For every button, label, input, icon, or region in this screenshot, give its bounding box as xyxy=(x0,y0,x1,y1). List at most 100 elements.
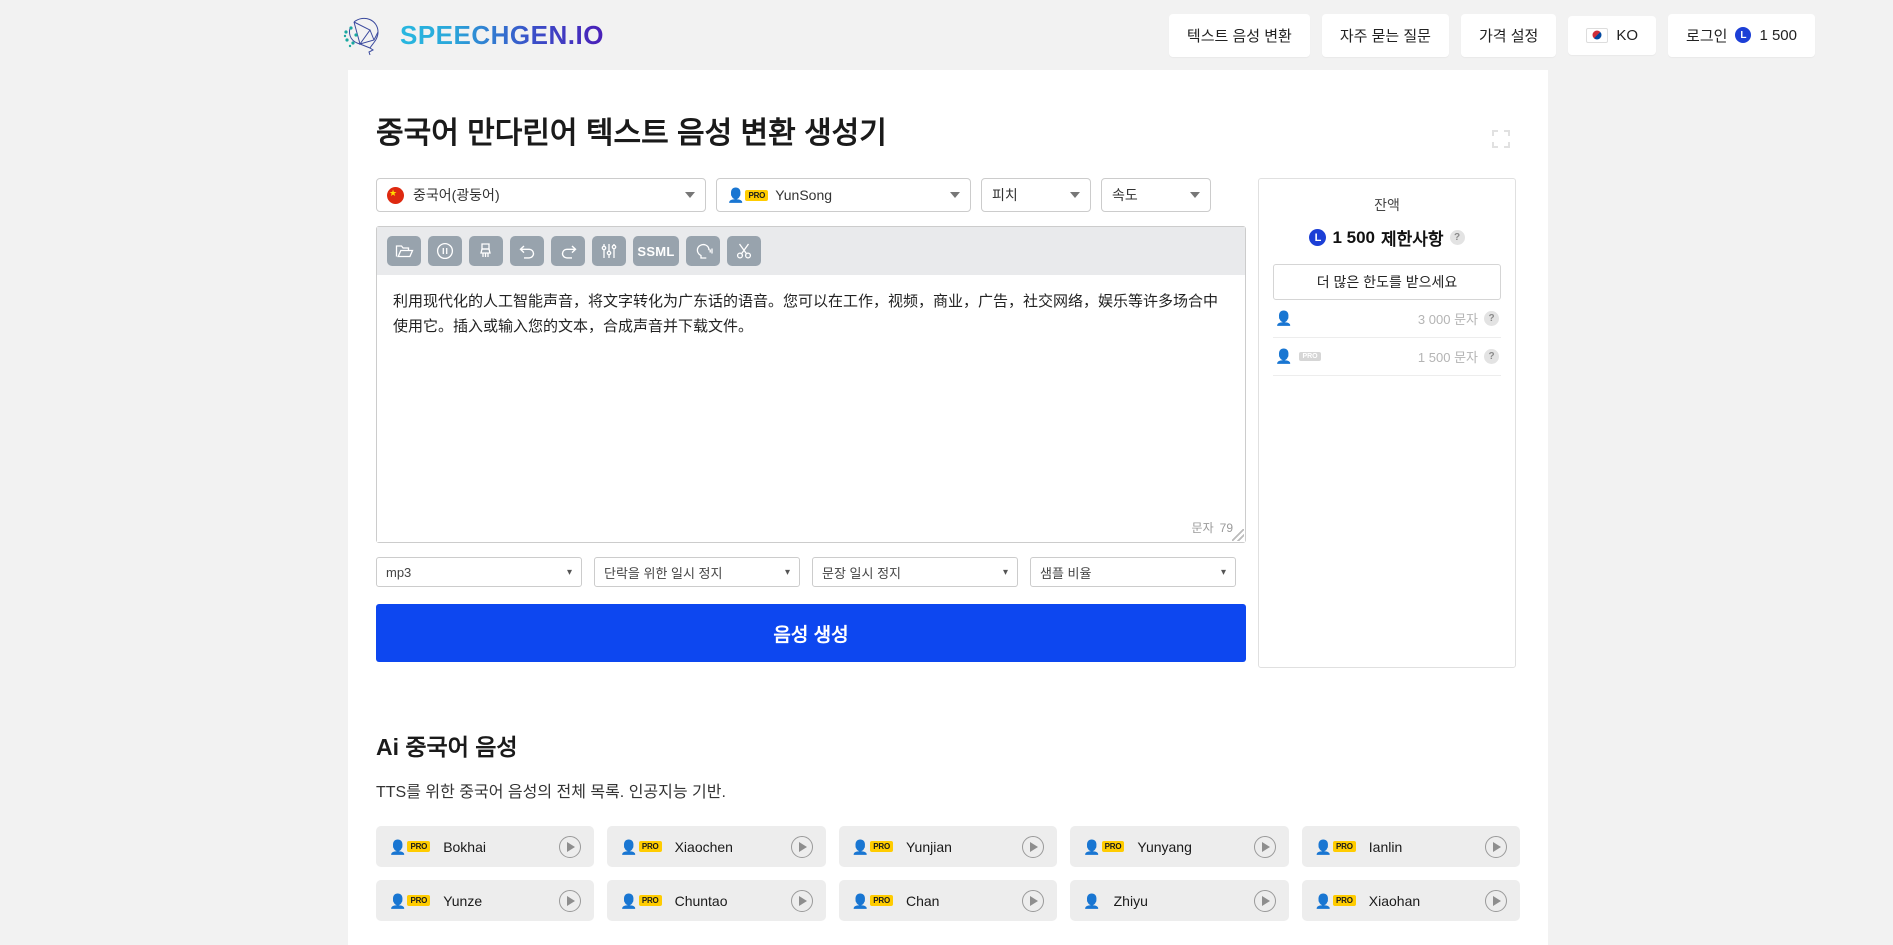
counter-label: 문자 xyxy=(1191,521,1214,535)
equalizer-sliders-icon[interactable] xyxy=(592,236,626,266)
fullscreen-expand-icon[interactable] xyxy=(1492,130,1510,148)
play-icon[interactable] xyxy=(559,835,582,858)
voice-card[interactable]: 👤 PRO Yunjian xyxy=(838,826,1058,867)
voice-select-value: YunSong xyxy=(775,187,833,203)
pro-badge: PRO xyxy=(638,895,662,906)
voice-name: Xiaochen xyxy=(674,838,733,855)
female-avatar-icon: 👤 PRO xyxy=(1315,840,1356,854)
paragraph-pause-select[interactable]: 단락을 위한 일시 정지 ▾ xyxy=(594,557,800,587)
limit-row-pro: 👤 PRO 1 500 문자 ? xyxy=(1273,338,1501,376)
logo[interactable]: SPEECHGEN.IO xyxy=(340,10,604,60)
login-credits: 1 500 xyxy=(1759,26,1797,44)
voice-select[interactable]: 👤 PRO YunSong xyxy=(716,178,971,212)
login-button[interactable]: 로그인 L 1 500 xyxy=(1668,13,1815,57)
voice-name: Ianlin xyxy=(1368,838,1403,855)
speed-select[interactable]: 속도 xyxy=(1101,178,1211,212)
paragraph-pause-value: 단락을 위한 일시 정지 xyxy=(604,565,723,581)
chevron-down-icon xyxy=(1070,192,1080,198)
pitch-select-value: 피치 xyxy=(992,187,1018,203)
sample-rate-select[interactable]: 샘플 비율 ▾ xyxy=(1030,557,1236,587)
credit-coin-icon: L xyxy=(1735,27,1752,43)
speechgen-network-head-logo-icon xyxy=(340,10,390,60)
voice-card[interactable]: 👤 PRO Yunyang xyxy=(1070,826,1289,867)
undo-icon[interactable] xyxy=(510,236,544,266)
play-icon[interactable] xyxy=(1484,889,1507,912)
voice-card[interactable]: 👤 PRO Xiaohan xyxy=(1301,880,1520,921)
female-avatar-icon: 👤 PRO xyxy=(1315,894,1356,908)
chevron-down-icon xyxy=(1190,192,1200,198)
page-title: 중국어 만다린어 텍스트 음성 변환 생성기 xyxy=(376,117,887,150)
site-header: SPEECHGEN.IO 텍스트 음성 변환 자주 묻는 질문 가격 설정 KO… xyxy=(0,0,1893,70)
ssml-button[interactable]: SSML xyxy=(633,236,679,266)
scissors-icon[interactable] xyxy=(727,236,761,266)
play-icon[interactable] xyxy=(559,889,582,912)
language-switcher[interactable]: KO xyxy=(1568,15,1657,55)
format-select[interactable]: mp3 ▾ xyxy=(376,557,582,587)
text-input-value: 利用现代化的人工智能声音，将文字转化为广东话的语音。您可以在工作，视频，商业，广… xyxy=(393,292,1219,335)
header-nav: 텍스트 음성 변환 자주 묻는 질문 가격 설정 KO 로그인 L 1 500 xyxy=(1168,13,1853,57)
text-input-area[interactable]: 利用现代化的人工智能声音，将文字转化为广东话的语音。您可以在工作，视频，商业，广… xyxy=(377,275,1245,542)
voice-card[interactable]: 👤 PRO Xiaochen xyxy=(607,826,826,867)
balance-amount-row: L 1 500 제한사항 ? xyxy=(1273,225,1501,250)
voice-card[interactable]: 👤 PRO Ianlin xyxy=(1301,826,1520,867)
voice-card[interactable]: 👤 PRO Chan xyxy=(838,880,1058,921)
sample-rate-value: 샘플 비율 xyxy=(1040,565,1092,581)
voice-card[interactable]: 👤 PRO Bokhai xyxy=(376,826,595,867)
help-icon[interactable]: ? xyxy=(1484,311,1499,326)
sentence-pause-value: 문장 일시 정지 xyxy=(822,565,901,581)
get-more-limits-button[interactable]: 더 많은 한도를 받으세요 xyxy=(1273,264,1501,300)
nav-text-to-speech[interactable]: 텍스트 음성 변환 xyxy=(1168,13,1310,57)
speed-select-value: 속도 xyxy=(1112,187,1138,203)
voice-card[interactable]: 👤 Zhiyu xyxy=(1070,880,1289,921)
voice-name: Xiaohan xyxy=(1368,892,1421,909)
nav-pricing[interactable]: 가격 설정 xyxy=(1460,13,1557,57)
male-avatar-icon: 👤 PRO xyxy=(389,840,431,854)
resize-handle[interactable] xyxy=(1232,529,1244,541)
play-icon[interactable] xyxy=(790,889,813,912)
male-avatar-icon: 👤 PRO xyxy=(1083,840,1125,854)
cn-flag-icon xyxy=(387,186,404,204)
ai-voices-section: Ai 중국어 음성 TTS를 위한 중국어 음성의 전체 목록. 인공지능 기반… xyxy=(376,728,1520,921)
voice-card[interactable]: 👤 PRO Yunze xyxy=(376,880,595,921)
male-avatar-icon: 👤 PRO xyxy=(852,840,893,854)
open-file-icon[interactable] xyxy=(387,236,421,266)
play-icon[interactable] xyxy=(1253,835,1276,858)
pro-badge: PRO xyxy=(1333,841,1356,852)
generate-speech-button[interactable]: 음성 생성 xyxy=(376,604,1246,662)
voice-head-icon[interactable] xyxy=(686,236,720,266)
help-icon[interactable]: ? xyxy=(1484,349,1499,364)
language-select-value: 중국어(광둥어) xyxy=(413,187,500,203)
play-icon[interactable] xyxy=(1022,835,1045,858)
play-icon[interactable] xyxy=(1484,835,1507,858)
pro-badge: PRO xyxy=(407,841,431,852)
balance-panel: 잔액 L 1 500 제한사항 ? 더 많은 한도를 받으세요 👤 3 000 … xyxy=(1258,178,1516,668)
chevron-down-icon xyxy=(685,192,695,198)
clear-brush-icon[interactable] xyxy=(469,236,503,266)
balance-amount-suffix: 제한사항 xyxy=(1380,230,1444,249)
pause-icon[interactable] xyxy=(428,236,462,266)
play-icon[interactable] xyxy=(790,835,813,858)
language-select[interactable]: 중국어(광둥어) xyxy=(376,178,706,212)
main-card: 중국어 만다린어 텍스트 음성 변환 생성기 중국어(광둥어) 👤PRO xyxy=(348,70,1548,945)
help-icon[interactable]: ? xyxy=(1449,230,1465,245)
person-icon: 👤 xyxy=(1275,310,1293,326)
chevron-down-icon: ▾ xyxy=(784,566,790,578)
male-avatar-icon: 👤 PRO xyxy=(852,894,893,908)
editor-area: 중국어(광둥어) 👤PRO YunSong 피치 xyxy=(376,178,1520,668)
counter-value: 79 xyxy=(1219,520,1233,535)
voice-name: Chuntao xyxy=(674,892,728,909)
voice-card[interactable]: 👤 PRO Chuntao xyxy=(607,880,826,921)
pitch-select[interactable]: 피치 xyxy=(981,178,1091,212)
output-options-row: mp3 ▾ 단락을 위한 일시 정지 ▾ 문장 일시 정지 ▾ 샘플 비율 ▾ xyxy=(376,557,1246,587)
nav-faq[interactable]: 자주 묻는 질문 xyxy=(1321,13,1449,57)
chevron-down-icon: ▾ xyxy=(1002,566,1008,578)
sentence-pause-select[interactable]: 문장 일시 정지 ▾ xyxy=(812,557,1018,587)
female-avatar-icon: 👤 PRO xyxy=(620,894,662,908)
play-icon[interactable] xyxy=(1253,889,1276,912)
play-icon[interactable] xyxy=(1022,889,1045,912)
kr-flag-icon xyxy=(1586,27,1609,43)
redo-icon[interactable] xyxy=(551,236,585,266)
pro-badge: PRO xyxy=(407,895,431,906)
page-root: SPEECHGEN.IO 텍스트 음성 변환 자주 묻는 질문 가격 설정 KO… xyxy=(0,0,1893,945)
female-avatar-icon: 👤 PRO xyxy=(620,840,662,854)
